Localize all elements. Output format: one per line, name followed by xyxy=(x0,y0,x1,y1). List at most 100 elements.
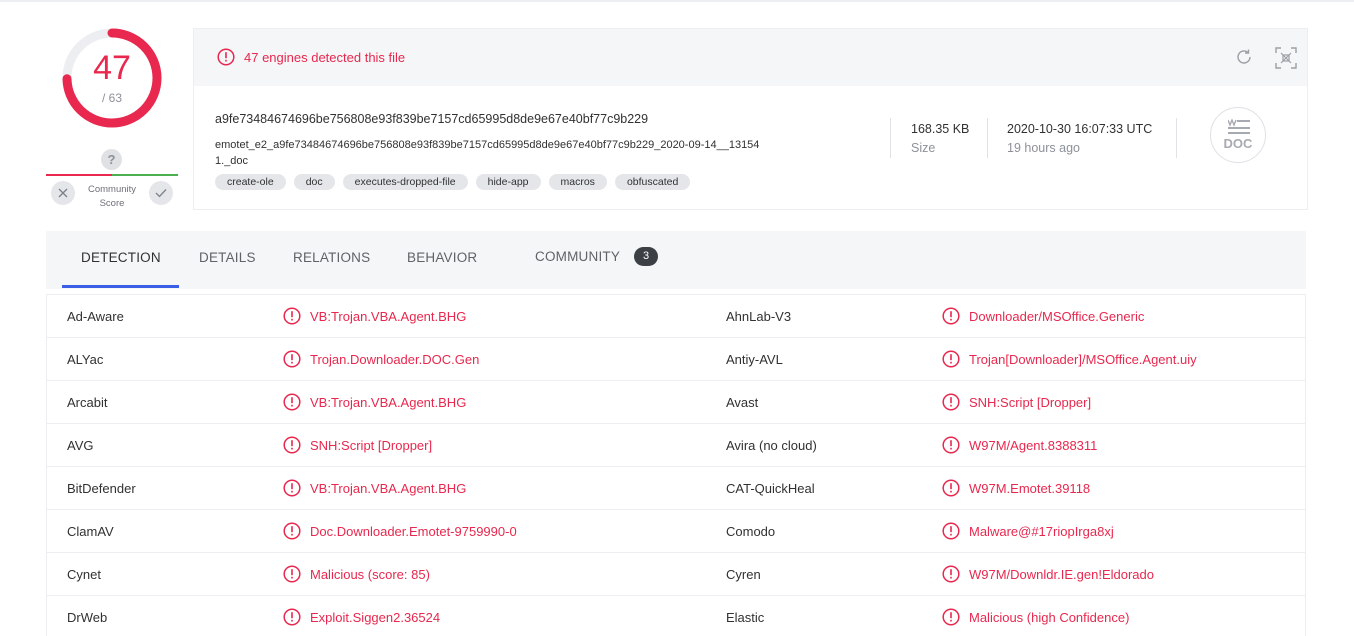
malicious-icon xyxy=(283,436,301,459)
tag-chip[interactable]: hide-app xyxy=(475,174,541,190)
engine-name: CAT-QuickHeal xyxy=(726,481,815,496)
detection-count: 47 xyxy=(93,49,131,87)
engine-name: Avira (no cloud) xyxy=(726,438,817,453)
engine-name: Antiy-AVL xyxy=(726,352,783,367)
malicious-icon xyxy=(283,393,301,416)
detection-result[interactable]: VB:Trojan.VBA.Agent.BHG xyxy=(310,309,466,325)
malicious-icon xyxy=(942,608,960,631)
tag-chip[interactable]: create-ole xyxy=(215,174,286,190)
engine-name: Elastic xyxy=(726,610,765,625)
malicious-icon xyxy=(942,350,960,373)
file-tags: create-ole doc executes-dropped-file hid… xyxy=(215,174,691,190)
similar-files-icon[interactable] xyxy=(1274,46,1298,70)
close-icon xyxy=(58,188,68,198)
detection-result[interactable]: SNH:Script [Dropper] xyxy=(310,438,432,454)
engine-name: Cynet xyxy=(67,567,101,582)
file-name: emotet_e2_a9fe73484674696be756808e93f839… xyxy=(215,139,760,167)
community-score-bar xyxy=(46,174,178,176)
tag-chip[interactable]: obfuscated xyxy=(614,174,691,190)
table-row: Arcabit VB:Trojan.VBA.Agent.BHG Avast SNH:S… xyxy=(47,381,1305,424)
tag-chip[interactable]: doc xyxy=(293,174,335,190)
file-size: 168.35 KB xyxy=(911,122,970,136)
top-divider xyxy=(0,0,1354,2)
report-tabs: DETECTION DETAILS RELATIONS BEHAVIOR COM… xyxy=(46,231,1306,289)
detection-alert-bar: 47 engines detected this file xyxy=(194,29,1307,86)
engine-name: Ad-Aware xyxy=(67,309,124,324)
malicious-icon xyxy=(942,479,960,502)
community-score-label: Community Score xyxy=(87,184,137,209)
check-icon xyxy=(155,189,167,198)
vote-harmless-button[interactable] xyxy=(149,181,173,205)
detection-result[interactable]: VB:Trojan.VBA.Agent.BHG xyxy=(310,395,466,411)
analysis-date: 2020-10-30 16:07:33 UTC xyxy=(1007,122,1153,136)
tag-chip[interactable]: executes-dropped-file xyxy=(342,174,468,190)
meta-divider xyxy=(987,118,988,158)
alert-icon xyxy=(217,48,235,66)
engine-total: / 63 xyxy=(101,91,122,105)
detection-result[interactable]: W97M/Agent.8388311 xyxy=(969,438,1097,454)
malicious-icon xyxy=(942,307,960,330)
engine-name: AVG xyxy=(67,438,94,453)
detection-table: Ad-Aware VB:Trojan.VBA.Agent.BHG AhnLab-V3… xyxy=(46,294,1306,636)
engine-name: ALYac xyxy=(67,352,104,367)
engine-name: AhnLab-V3 xyxy=(726,309,792,324)
engine-name: DrWeb xyxy=(67,610,108,625)
malicious-icon xyxy=(942,522,960,545)
community-score-help-icon[interactable]: ? xyxy=(101,149,122,170)
malicious-icon xyxy=(283,350,301,373)
malicious-icon xyxy=(283,479,301,502)
malicious-icon xyxy=(283,608,301,631)
file-type-icon: DOC xyxy=(1210,107,1266,163)
engine-name: Avast xyxy=(726,395,759,410)
table-row: Ad-Aware VB:Trojan.VBA.Agent.BHG AhnLab-V3… xyxy=(47,295,1305,338)
malicious-icon xyxy=(283,565,301,588)
reanalyze-icon[interactable] xyxy=(1234,47,1254,67)
meta-divider xyxy=(890,118,891,158)
file-size-label: Size xyxy=(911,141,936,155)
table-row: Cynet Malicious (score: 85) Cyren W97M/Down… xyxy=(47,553,1305,596)
document-icon xyxy=(1228,119,1250,134)
malicious-icon xyxy=(942,436,960,459)
file-hash[interactable]: a9fe73484674696be756808e93f839be7157cd65… xyxy=(215,112,648,126)
table-row: BitDefender VB:Trojan.VBA.Agent.BHG CAT-Qu… xyxy=(47,467,1305,510)
detection-result[interactable]: Exploit.Siggen2.36524 xyxy=(310,610,440,626)
detection-result[interactable]: Malicious (high Confidence) xyxy=(969,610,1129,626)
detection-result[interactable]: Trojan.Downloader.DOC.Gen xyxy=(310,352,479,368)
vote-harmful-button[interactable] xyxy=(51,181,75,205)
table-row: AVG SNH:Script [Dropper] Avira (no cloud) W… xyxy=(47,424,1305,467)
table-row: DrWeb Exploit.Siggen2.36524 Elastic Malicio… xyxy=(47,596,1305,636)
tab-details[interactable]: DETAILS xyxy=(199,250,256,265)
engine-name: Cyren xyxy=(726,567,761,582)
detection-result[interactable]: SNH:Script [Dropper] xyxy=(969,395,1091,411)
meta-divider xyxy=(1176,118,1177,158)
detection-result[interactable]: Malicious (score: 85) xyxy=(310,567,430,583)
malicious-icon xyxy=(942,565,960,588)
malicious-icon xyxy=(942,393,960,416)
engine-name: Comodo xyxy=(726,524,776,539)
community-count-badge: 3 xyxy=(634,247,658,266)
detection-result[interactable]: Doc.Downloader.Emotet-9759990-0 xyxy=(310,524,517,540)
tag-chip[interactable]: macros xyxy=(548,174,607,190)
engine-name: ClamAV xyxy=(67,524,114,539)
detection-result[interactable]: W97M.Emotet.39118 xyxy=(969,481,1090,497)
table-row: ALYac Trojan.Downloader.DOC.Gen Antiy-AVL T… xyxy=(47,338,1305,381)
tab-behavior[interactable]: BEHAVIOR xyxy=(407,250,477,265)
detection-result[interactable]: VB:Trojan.VBA.Agent.BHG xyxy=(310,481,466,497)
detection-score-ring: 47 / 63 xyxy=(62,28,162,128)
analysis-date-relative: 19 hours ago xyxy=(1007,141,1080,155)
detection-alert-text: 47 engines detected this file xyxy=(244,50,406,65)
tab-detection[interactable]: DETECTION xyxy=(81,250,161,265)
table-row: ClamAV Doc.Downloader.Emotet-9759990-0 Com… xyxy=(47,510,1305,553)
detection-result[interactable]: Malware@#17riopIrga8xj xyxy=(969,524,1114,540)
malicious-icon xyxy=(283,522,301,545)
tab-community[interactable]: COMMUNITY xyxy=(535,249,620,264)
tab-relations[interactable]: RELATIONS xyxy=(293,250,370,265)
engine-name: Arcabit xyxy=(67,395,108,410)
file-summary-card: 47 engines detected this file a9fe734846… xyxy=(193,28,1308,210)
detection-result[interactable]: W97M/Downldr.IE.gen!Eldorado xyxy=(969,567,1154,583)
engine-name: BitDefender xyxy=(67,481,136,496)
malicious-icon xyxy=(283,307,301,330)
detection-result[interactable]: Downloader/MSOffice.Generic xyxy=(969,309,1144,325)
detection-result[interactable]: Trojan[Downloader]/MSOffice.Agent.uiy xyxy=(969,352,1197,368)
active-tab-indicator xyxy=(62,285,179,288)
